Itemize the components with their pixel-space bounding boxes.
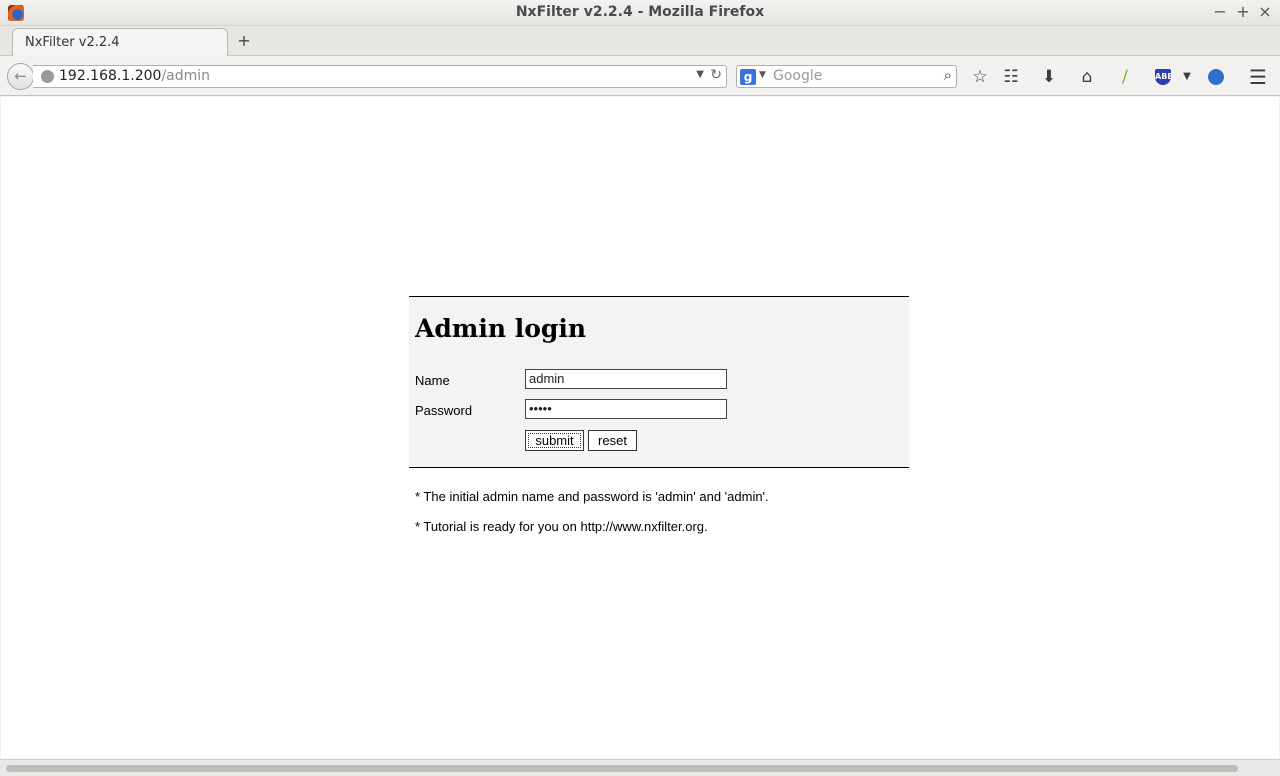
note-initial-credentials: * The initial admin name and password is…: [415, 489, 769, 504]
submit-button[interactable]: submit: [525, 430, 584, 451]
name-label: Name: [415, 373, 450, 388]
reset-button[interactable]: reset: [588, 430, 637, 451]
back-button[interactable]: ←: [7, 63, 34, 90]
globe-icon: [41, 70, 54, 83]
page-content: Admin login Name admin Password ••••• su…: [1, 97, 1279, 759]
window-title: NxFilter v2.2.4 - Mozilla Firefox: [515, 4, 765, 20]
menu-icon[interactable]: ☰: [1247, 66, 1269, 88]
url-bar[interactable]: 192.168.1.200/admin ▼ ↻: [33, 65, 727, 88]
reload-icon[interactable]: ↻: [710, 67, 722, 83]
navigation-toolbar: ← 192.168.1.200/admin ▼ ↻ g ▼ Google ⌕ ☆…: [0, 57, 1280, 96]
sync-icon[interactable]: [1205, 66, 1227, 88]
tab-strip: NxFilter v2.2.4 +: [0, 26, 1280, 56]
downloads-icon[interactable]: ⬇: [1038, 66, 1060, 88]
reading-list-icon[interactable]: ☷: [1000, 66, 1022, 88]
home-icon[interactable]: ⌂: [1076, 66, 1098, 88]
search-bar[interactable]: g ▼ Google ⌕: [736, 65, 957, 88]
tab-nxfilter[interactable]: NxFilter v2.2.4: [12, 28, 228, 56]
url-text[interactable]: 192.168.1.200/admin: [59, 68, 210, 84]
bookmark-star-icon[interactable]: ☆: [969, 66, 991, 88]
abe-addon-icon[interactable]: ABE: [1152, 66, 1174, 88]
leaf-addon-icon[interactable]: ∕: [1114, 66, 1136, 88]
password-label: Password: [415, 403, 473, 418]
url-host: 192.168.1.200: [59, 68, 162, 84]
url-history-dropdown-icon[interactable]: ▼: [696, 69, 704, 80]
password-input[interactable]: •••••: [525, 399, 727, 419]
window-titlebar: NxFilter v2.2.4 - Mozilla Firefox − + ×: [0, 0, 1280, 26]
login-form: Admin login Name admin Password ••••• su…: [409, 296, 909, 468]
new-tab-button[interactable]: +: [234, 30, 254, 52]
scrollbar-thumb[interactable]: [6, 765, 1238, 772]
back-arrow-icon: ←: [14, 67, 27, 85]
search-input[interactable]: Google: [773, 68, 822, 84]
tab-title: NxFilter v2.2.4: [25, 35, 120, 50]
name-input[interactable]: admin: [525, 369, 727, 389]
addon-dropdown-icon[interactable]: ▼: [1176, 66, 1198, 88]
note-tutorial: * Tutorial is ready for you on http://ww…: [415, 519, 708, 534]
google-icon[interactable]: g: [740, 69, 756, 85]
search-icon[interactable]: ⌕: [944, 66, 952, 84]
close-window-button[interactable]: ×: [1255, 2, 1275, 22]
login-title: Admin login: [415, 314, 587, 343]
horizontal-scrollbar[interactable]: [0, 759, 1280, 776]
maximize-button[interactable]: +: [1233, 2, 1253, 22]
url-path: /admin: [161, 68, 211, 84]
minimize-button[interactable]: −: [1210, 2, 1230, 22]
search-engine-dropdown-icon[interactable]: ▼: [759, 70, 766, 80]
